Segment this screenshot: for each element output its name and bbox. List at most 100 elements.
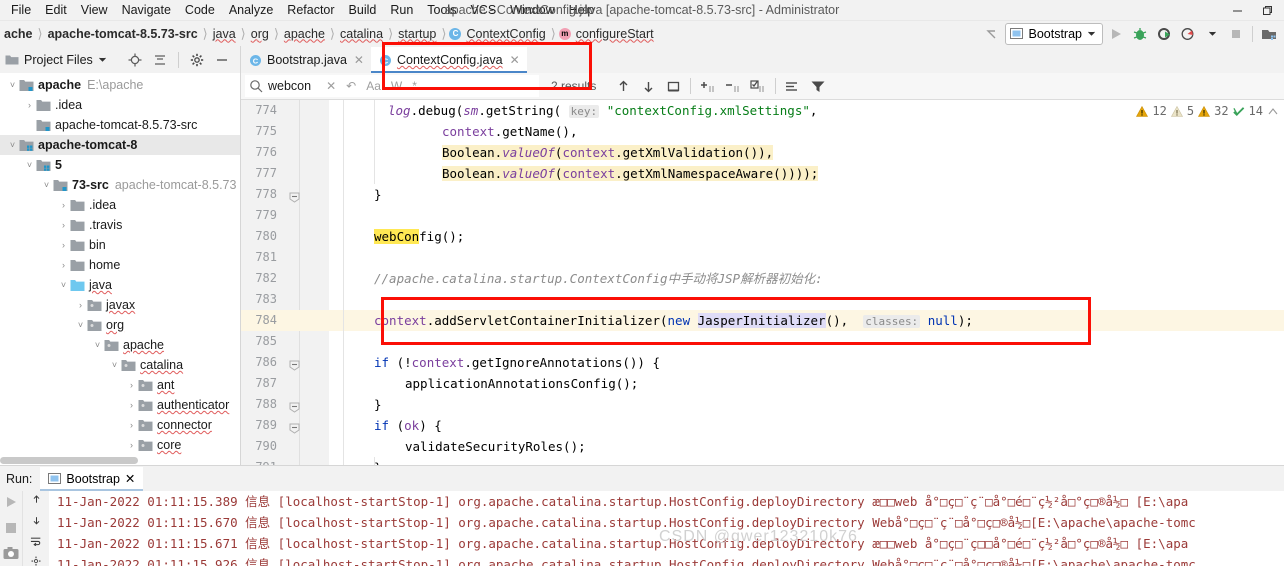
- menu-item-file[interactable]: File: [4, 1, 38, 20]
- breadcrumb-item-1[interactable]: apache-tomcat-8.5.73-src ⟩: [46, 26, 211, 42]
- tree-node-apache[interactable]: ˅ apache E:\apache: [0, 75, 240, 95]
- match-case-icon[interactable]: Aa: [366, 79, 381, 93]
- fold-icon[interactable]: [289, 189, 300, 203]
- line-number[interactable]: 776: [241, 142, 329, 163]
- breadcrumb-item-0[interactable]: ache ⟩: [2, 26, 46, 42]
- breadcrumb-item-6[interactable]: startup ⟩: [396, 26, 449, 42]
- menu-item-vcs[interactable]: VCS: [463, 1, 503, 20]
- line-number[interactable]: 780: [241, 226, 329, 247]
- restore-icon[interactable]: [1252, 0, 1282, 20]
- editor-tab-contextconfig[interactable]: C ContextConfig.java ✕: [370, 47, 527, 73]
- breadcrumb-item-2[interactable]: java ⟩: [211, 26, 249, 42]
- tree-node-java[interactable]: ˅ java: [0, 275, 240, 295]
- tree-node-core[interactable]: › core: [0, 435, 240, 455]
- words-icon[interactable]: W: [391, 79, 402, 93]
- menu-item-window[interactable]: Window: [503, 1, 561, 20]
- stop-icon[interactable]: [4, 521, 18, 535]
- chevron-right-icon[interactable]: ›: [125, 400, 138, 410]
- chevron-right-icon[interactable]: ›: [57, 260, 70, 270]
- tree-node-apache[interactable]: ˅ apache: [0, 335, 240, 355]
- line-number[interactable]: 789: [241, 415, 329, 436]
- chevron-right-icon[interactable]: ›: [125, 440, 138, 450]
- search-input[interactable]: webcon ✕ ↶ Aa W *: [245, 75, 539, 97]
- line-number[interactable]: 782: [241, 268, 329, 289]
- chevron-down-icon[interactable]: ˅: [23, 160, 36, 170]
- console-output[interactable]: 11-Jan-2022 01:11:15.389 信息 [localhost-s…: [49, 491, 1284, 566]
- code-editor[interactable]: log.debug(sm.getString( key: "contextCon…: [329, 100, 1284, 465]
- line-number[interactable]: 778: [241, 184, 329, 205]
- find-next-icon[interactable]: [637, 75, 659, 97]
- editor-gutter[interactable]: 774 775 776 777 778 779 780 781 782 783 784 785 786 7…: [241, 100, 329, 465]
- close-icon[interactable]: ✕: [354, 53, 364, 67]
- close-icon[interactable]: ✕: [125, 471, 135, 486]
- chevron-right-icon[interactable]: ›: [125, 420, 138, 430]
- tree-node-javax[interactable]: › javax: [0, 295, 240, 315]
- line-number[interactable]: 775: [241, 121, 329, 142]
- select-occurrences-icon[interactable]: [747, 75, 769, 97]
- run-configuration-selector[interactable]: Bootstrap: [1005, 22, 1103, 45]
- tree-node-bin[interactable]: › bin: [0, 235, 240, 255]
- locate-file-icon[interactable]: [125, 50, 145, 70]
- tree-node--idea[interactable]: › .idea: [0, 195, 240, 215]
- chevron-down-icon[interactable]: ˅: [74, 320, 87, 330]
- editor-viewport[interactable]: 774 775 776 777 778 779 780 781 782 783 784 785 786 7…: [241, 100, 1284, 465]
- chevron-right-icon[interactable]: ›: [74, 300, 87, 310]
- menu-item-build[interactable]: Build: [342, 1, 384, 20]
- line-number[interactable]: 786: [241, 352, 329, 373]
- tree-node--idea[interactable]: › .idea: [0, 95, 240, 115]
- breadcrumb-item-7[interactable]: C ContextConfig ⟩: [449, 26, 558, 42]
- debug-icon[interactable]: [1129, 23, 1151, 45]
- close-icon[interactable]: ✕: [510, 53, 520, 67]
- chevron-down-icon[interactable]: ˅: [6, 140, 19, 150]
- menu-item-run[interactable]: Run: [383, 1, 420, 20]
- scroll-down-icon[interactable]: [29, 515, 44, 526]
- fold-icon[interactable]: [289, 462, 300, 465]
- fold-icon[interactable]: [289, 399, 300, 413]
- tree-node-73-src[interactable]: ˅ 73-src apache-tomcat-8.5.73: [0, 175, 240, 195]
- menu-item-tools[interactable]: Tools: [420, 1, 463, 20]
- chevron-down-icon[interactable]: ˅: [40, 180, 53, 190]
- breadcrumb-item-4[interactable]: apache ⟩: [282, 26, 338, 42]
- rerun-icon[interactable]: [3, 494, 19, 510]
- editor-tab-bootstrap[interactable]: C Bootstrap.java ✕: [241, 47, 371, 73]
- tree-node-connector[interactable]: › connector: [0, 415, 240, 435]
- add-selection-icon[interactable]: [697, 75, 719, 97]
- regex-icon[interactable]: *: [412, 79, 417, 93]
- project-view-selector[interactable]: Project Files: [24, 53, 93, 67]
- run-with-coverage-icon[interactable]: [1153, 23, 1175, 45]
- filter-icon[interactable]: [807, 75, 829, 97]
- clear-icon[interactable]: ✕: [326, 79, 336, 93]
- menu-item-help[interactable]: Help: [562, 1, 602, 20]
- back-arrow-icon[interactable]: [981, 23, 1003, 45]
- chevron-down-icon[interactable]: ˅: [6, 80, 19, 90]
- gear-icon[interactable]: [187, 50, 207, 70]
- line-number[interactable]: 783: [241, 289, 329, 310]
- menu-item-edit[interactable]: Edit: [38, 1, 74, 20]
- line-number[interactable]: 787: [241, 373, 329, 394]
- line-number[interactable]: 785: [241, 331, 329, 352]
- breadcrumb-item-5[interactable]: catalina ⟩: [338, 26, 396, 42]
- chevron-right-icon[interactable]: ›: [57, 200, 70, 210]
- line-number[interactable]: 774: [241, 100, 329, 121]
- breadcrumb-item-3[interactable]: org ⟩: [249, 26, 282, 42]
- menu-item-code[interactable]: Code: [178, 1, 222, 20]
- menu-item-analyze[interactable]: Analyze: [222, 1, 280, 20]
- line-number[interactable]: 790: [241, 436, 329, 457]
- line-number[interactable]: 791: [241, 457, 329, 465]
- menu-item-navigate[interactable]: Navigate: [115, 1, 178, 20]
- breadcrumb-item-8[interactable]: m configureStart: [558, 27, 656, 41]
- chevron-down-icon[interactable]: [98, 55, 107, 64]
- scroll-up-icon[interactable]: [29, 494, 44, 505]
- tree-node-catalina[interactable]: ˅ catalina: [0, 355, 240, 375]
- find-previous-icon[interactable]: [612, 75, 634, 97]
- line-number[interactable]: 784: [241, 310, 329, 331]
- tree-node-home[interactable]: › home: [0, 255, 240, 275]
- run-tab-bootstrap[interactable]: Bootstrap ✕: [40, 466, 144, 491]
- tree-horizontal-scrollbar[interactable]: [0, 456, 240, 465]
- search-everywhere-icon[interactable]: [1258, 23, 1280, 45]
- hide-icon[interactable]: [212, 50, 232, 70]
- stop-icon[interactable]: [1225, 23, 1247, 45]
- multiline-icon[interactable]: [782, 75, 804, 97]
- project-tree[interactable]: ˅ apache E:\apache › .idea apache-tomcat-8.5.…: [0, 73, 240, 465]
- select-all-occurrences-icon[interactable]: [662, 75, 684, 97]
